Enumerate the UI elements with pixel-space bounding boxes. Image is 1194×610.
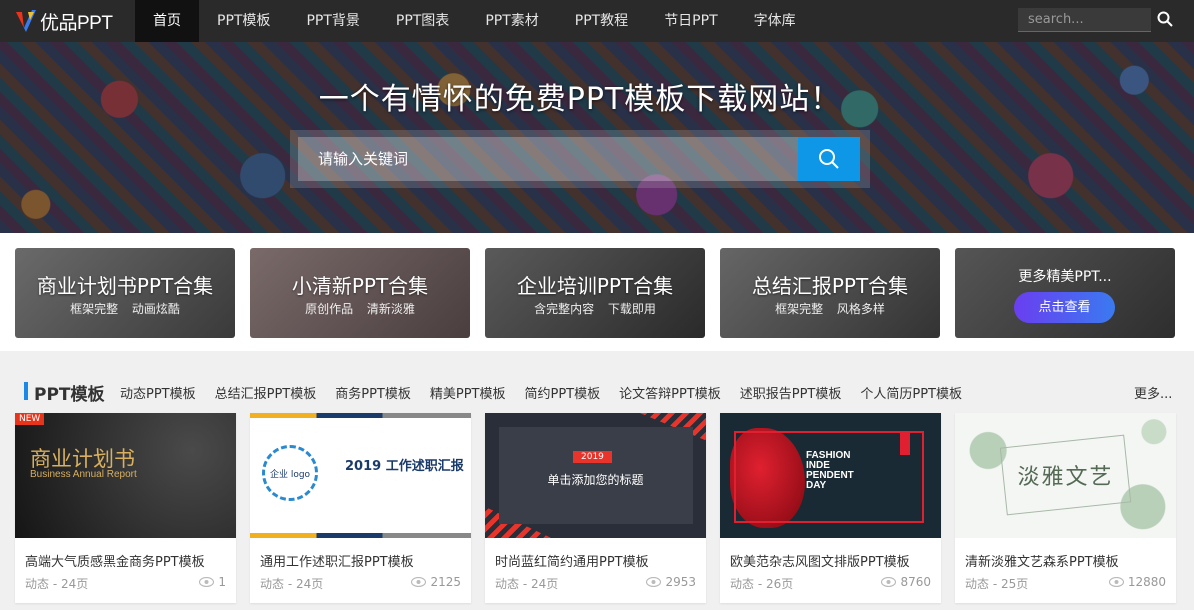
thumb-subtitle: Business Annual Report [30,469,137,480]
collections-row: 商业计划书PPT合集 框架完整 动画炫酷 小清新PPT合集 原创作品 清新淡雅 … [0,233,1194,351]
eye-icon [646,577,662,587]
template-card[interactable]: FASHION INDE PENDENT DAY 欧美范杂志风图文排版PPT模板… [720,413,941,603]
view-count-value: 1 [218,575,226,589]
top-search-input[interactable]: search... [1018,8,1151,32]
view-more-button[interactable]: 点击查看 [1014,292,1115,323]
template-title[interactable]: 时尚蓝红简约通用PPT模板 [495,551,649,570]
tag-business[interactable]: 商务PPT模板 [335,383,411,402]
collection-card-training[interactable]: 企业培训PPT合集 含完整内容 下载即用 [485,248,705,338]
nav-ppt-charts[interactable]: PPT图表 [378,0,467,42]
template-title[interactable]: 清新淡雅文艺森系PPT模板 [965,551,1119,570]
collection-subtitle: 框架完整 风格多样 [775,302,885,316]
template-meta: 动态 - 26页 [730,577,794,591]
search-icon [819,149,839,169]
eye-icon [199,577,215,587]
site-logo[interactable]: 优品PPT [0,0,135,42]
template-thumbnail[interactable]: 2019 单击添加您的标题 [485,413,706,538]
template-thumbnail[interactable]: 商业计划书 Business Annual Report NEW [15,413,236,538]
hero-search: 请输入关键词 [290,130,870,188]
template-meta: 动态 - 24页 [25,577,89,591]
template-title[interactable]: 欧美范杂志风图文排版PPT模板 [730,551,910,570]
view-count-value: 2125 [430,575,461,589]
new-badge: NEW [15,413,45,425]
section-more-link[interactable]: 更多... [1134,383,1172,402]
view-count: 1 [199,575,226,589]
hero-search-button[interactable] [798,137,860,181]
template-meta: 动态 - 24页 [260,577,324,591]
hero-title: 一个有情怀的免费PPT模板下载网站！ [318,82,842,117]
tag-summary[interactable]: 总结汇报PPT模板 [215,383,317,402]
view-count: 2953 [646,575,696,589]
collection-card-more[interactable]: 更多精美PPT... 点击查看 [955,248,1175,338]
thumb-stripe [250,413,471,418]
collection-title: 企业培训PPT合集 [516,274,674,298]
tag-dynamic[interactable]: 动态PPT模板 [120,383,196,402]
collection-subtitle: 含完整内容 下载即用 [534,302,656,316]
view-count-value: 2953 [665,575,696,589]
nav-ppt-templates[interactable]: PPT模板 [199,0,288,42]
section-title: PPT模板 [34,385,105,405]
logo-text: 优品PPT [40,12,113,34]
tag-resume[interactable]: 个人简历PPT模板 [860,383,962,402]
template-thumbnail[interactable]: FASHION INDE PENDENT DAY [720,413,941,538]
nav-ppt-backgrounds[interactable]: PPT背景 [288,0,377,42]
eye-icon [1108,577,1124,587]
more-collections-title: 更多精美PPT... [1018,269,1112,285]
main-nav: 首页 PPT模板 PPT背景 PPT图表 PPT素材 PPT教程 节日PPT 字… [135,0,814,42]
thumb-accent [900,433,910,455]
nav-home[interactable]: 首页 [135,0,199,42]
search-icon[interactable] [1157,11,1173,27]
view-count: 8760 [881,575,931,589]
thumb-logo: 企业 logo [262,445,318,501]
top-navbar: 优品PPT 首页 PPT模板 PPT背景 PPT图表 PPT素材 PPT教程 节… [0,0,1194,42]
collection-title: 小清新PPT合集 [291,274,429,298]
nav-ppt-tutorials[interactable]: PPT教程 [557,0,646,42]
collection-title: 商业计划书PPT合集 [36,274,214,298]
view-count-value: 12880 [1127,575,1166,589]
nav-holiday-ppt[interactable]: 节日PPT [646,0,735,42]
collection-card-business-plan[interactable]: 商业计划书PPT合集 框架完整 动画炫酷 [15,248,235,338]
hero-search-input[interactable]: 请输入关键词 [298,137,798,181]
collection-card-fresh[interactable]: 小清新PPT合集 原创作品 清新淡雅 [250,248,470,338]
eye-icon [411,577,427,587]
thumb-title: 淡雅文艺 [1017,465,1114,490]
template-title[interactable]: 通用工作述职汇报PPT模板 [260,551,414,570]
template-meta: 动态 - 25页 [965,577,1029,591]
template-card[interactable]: 企业 logo 2019 工作述职汇报 通用工作述职汇报PPT模板 动态 - 2… [250,413,471,603]
thumb-title: 2019 工作述职汇报 [345,459,464,474]
hero-banner: 一个有情怀的免费PPT模板下载网站！ 请输入关键词 [0,42,1194,233]
tag-thesis[interactable]: 论文答辩PPT模板 [619,383,721,402]
collection-subtitle: 框架完整 动画炫酷 [70,302,180,316]
tag-exquisite[interactable]: 精美PPT模板 [430,383,506,402]
collection-subtitle: 原创作品 清新淡雅 [305,302,415,316]
thumb-year: 2019 [573,451,612,463]
template-title[interactable]: 高端大气质感黑金商务PPT模板 [25,551,205,570]
template-card[interactable]: 商业计划书 Business Annual Report NEW 高端大气质感黑… [15,413,236,603]
section-accent-bar [24,382,28,400]
section-tags: 动态PPT模板 总结汇报PPT模板 商务PPT模板 精美PPT模板 简约PPT模… [120,383,981,402]
template-card[interactable]: 淡雅文艺 清新淡雅文艺森系PPT模板 动态 - 25页 12880 [955,413,1176,603]
thumb-title: 单击添加您的标题 [547,473,644,487]
thumb-stripe [250,533,471,538]
template-thumbnail[interactable]: 企业 logo 2019 工作述职汇报 [250,413,471,538]
thumb-title: FASHION INDE PENDENT DAY [806,450,854,491]
template-thumbnail[interactable]: 淡雅文艺 [955,413,1176,538]
logo-icon [16,10,36,32]
template-card[interactable]: 2019 单击添加您的标题 时尚蓝红简约通用PPT模板 动态 - 24页 295… [485,413,706,603]
ppt-templates-section-header: PPT模板 动态PPT模板 总结汇报PPT模板 商务PPT模板 精美PPT模板 … [0,368,1194,412]
tag-work-report[interactable]: 述职报告PPT模板 [740,383,842,402]
collection-title: 总结汇报PPT合集 [751,274,909,298]
view-count: 12880 [1108,575,1166,589]
nav-fonts[interactable]: 字体库 [736,0,814,42]
view-count-value: 8760 [900,575,931,589]
template-meta: 动态 - 24页 [495,577,559,591]
collection-card-report[interactable]: 总结汇报PPT合集 框架完整 风格多样 [720,248,940,338]
tag-simple[interactable]: 简约PPT模板 [525,383,601,402]
nav-ppt-materials[interactable]: PPT素材 [467,0,556,42]
eye-icon [881,577,897,587]
view-count: 2125 [411,575,461,589]
